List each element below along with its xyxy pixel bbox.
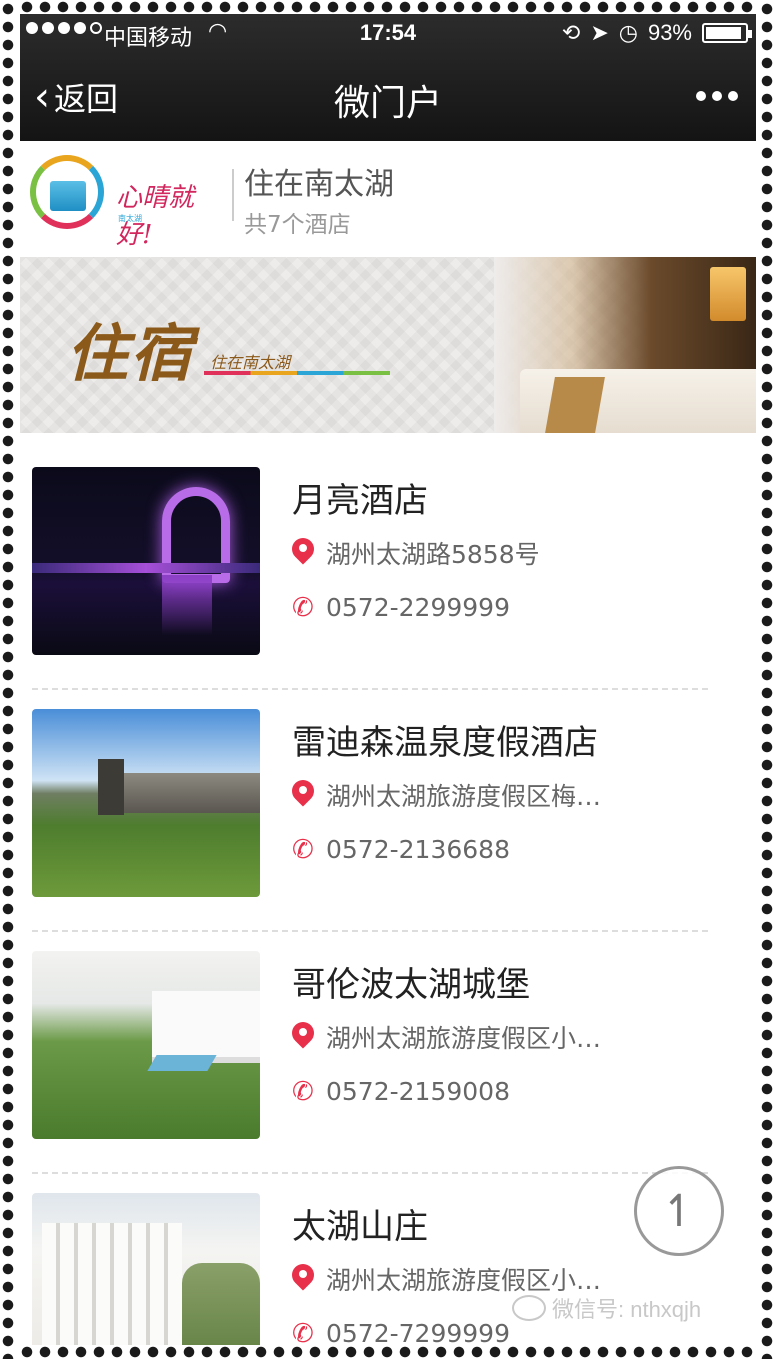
stamp-frame: 中国移动 ◠ 17:54 ⟲ ➤ ◷ 93% ‹ 返回 微门户 心晴就好! 南太…	[0, 0, 775, 1359]
hotel-phone[interactable]: 0572-2159008	[326, 1077, 510, 1106]
status-right: ⟲ ➤ ◷ 93%	[561, 20, 752, 46]
lodging-banner: 住宿 住在南太湖	[20, 257, 756, 433]
hotel-name: 雷迪森温泉度假酒店	[292, 723, 598, 763]
logo-ring-icon	[30, 155, 104, 229]
hotel-item[interactable]: 月亮酒店 湖州太湖路5858号 ✆ 0572-2299999	[20, 433, 756, 690]
hotel-thumbnail	[32, 1193, 260, 1345]
scroll-top-button[interactable]: ↿	[634, 1166, 724, 1256]
banner-color-stripe	[204, 371, 390, 375]
brand-logo: 心晴就好! 南太湖	[30, 155, 230, 250]
hotel-thumbnail	[32, 951, 260, 1139]
banner-lamp	[710, 267, 746, 321]
watermark-text: 微信号: nthxqjh	[552, 1297, 702, 1322]
hotel-address-row: 湖州太湖旅游度假区小…	[292, 1019, 601, 1055]
map-pin-icon	[292, 1022, 314, 1052]
hotel-address: 湖州太湖旅游度假区梅…	[326, 782, 602, 811]
stamp-edge-left	[0, 0, 16, 1359]
top-bar: 中国移动 ◠ 17:54 ⟲ ➤ ◷ 93% ‹ 返回 微门户	[20, 14, 756, 141]
hotel-address: 湖州太湖路5858号	[326, 540, 540, 569]
rotation-lock-icon: ⟲	[561, 20, 581, 45]
brand-header: 心晴就好! 南太湖 住在南太湖 共7个酒店	[20, 141, 756, 257]
hotel-name: 月亮酒店	[292, 481, 428, 521]
hotel-phone[interactable]: 0572-2299999	[326, 593, 510, 622]
brand-name: 住在南太湖	[244, 167, 394, 202]
wechat-icon	[512, 1295, 546, 1321]
stamp-edge-bottom	[0, 1345, 775, 1359]
banner-bed-runner	[545, 377, 605, 433]
phone-icon: ✆	[292, 834, 314, 865]
hotel-thumbnail	[32, 467, 260, 655]
hotel-address-row: 湖州太湖旅游度假区梅…	[292, 777, 601, 813]
banner-tagline: 住在南太湖	[210, 353, 291, 372]
alarm-icon: ◷	[618, 20, 638, 45]
location-icon: ➤	[590, 20, 609, 45]
brand-divider	[232, 169, 234, 221]
phone-screen: 中国移动 ◠ 17:54 ⟲ ➤ ◷ 93% ‹ 返回 微门户 心晴就好! 南太…	[20, 14, 756, 1345]
stamp-edge-top	[0, 0, 775, 14]
map-pin-icon	[292, 1264, 314, 1294]
hotel-name: 哥伦波太湖城堡	[292, 965, 530, 1005]
hotel-address: 湖州太湖旅游度假区小…	[326, 1024, 602, 1053]
hotel-item[interactable]: 雷迪森温泉度假酒店 湖州太湖旅游度假区梅… ✆ 0572-2136688	[20, 675, 756, 932]
hotel-item[interactable]: 哥伦波太湖城堡 湖州太湖旅游度假区小… ✆ 0572-2159008	[20, 917, 756, 1174]
phone-icon: ✆	[292, 1318, 314, 1346]
stamp-edge-right	[759, 0, 775, 1359]
phone-icon: ✆	[292, 1076, 314, 1107]
hotel-phone-row[interactable]: ✆ 0572-2299999	[292, 593, 510, 622]
phone-icon: ✆	[292, 592, 314, 623]
banner-title: 住宿	[66, 317, 195, 390]
hotel-name: 太湖山庄	[292, 1207, 428, 1247]
hotel-phone-row[interactable]: ✆ 0572-2159008	[292, 1077, 510, 1106]
battery-icon	[702, 23, 752, 43]
watermark: 微信号: nthxqjh	[512, 1292, 701, 1324]
hotel-phone[interactable]: 0572-7299999	[326, 1319, 510, 1345]
battery-percent: 93%	[647, 20, 692, 45]
hotel-phone[interactable]: 0572-2136688	[326, 835, 510, 864]
page-title: 微门户	[333, 83, 442, 124]
nav-bar: ‹ 返回 微门户	[20, 62, 756, 132]
more-button[interactable]	[696, 76, 738, 116]
map-pin-icon	[292, 780, 314, 810]
logo-subtext: 南太湖	[118, 214, 142, 223]
map-pin-icon	[292, 538, 314, 568]
hotel-phone-row[interactable]: ✆ 0572-7299999	[292, 1319, 510, 1345]
arrow-up-icon: ↿	[660, 1185, 698, 1237]
hotel-phone-row[interactable]: ✆ 0572-2136688	[292, 835, 510, 864]
status-bar: 中国移动 ◠ 17:54 ⟲ ➤ ◷ 93%	[20, 14, 756, 54]
ellipsis-icon	[696, 91, 706, 101]
hotel-count: 共7个酒店	[244, 212, 351, 238]
hotel-thumbnail	[32, 709, 260, 897]
hotel-address-row: 湖州太湖路5858号	[292, 535, 540, 571]
